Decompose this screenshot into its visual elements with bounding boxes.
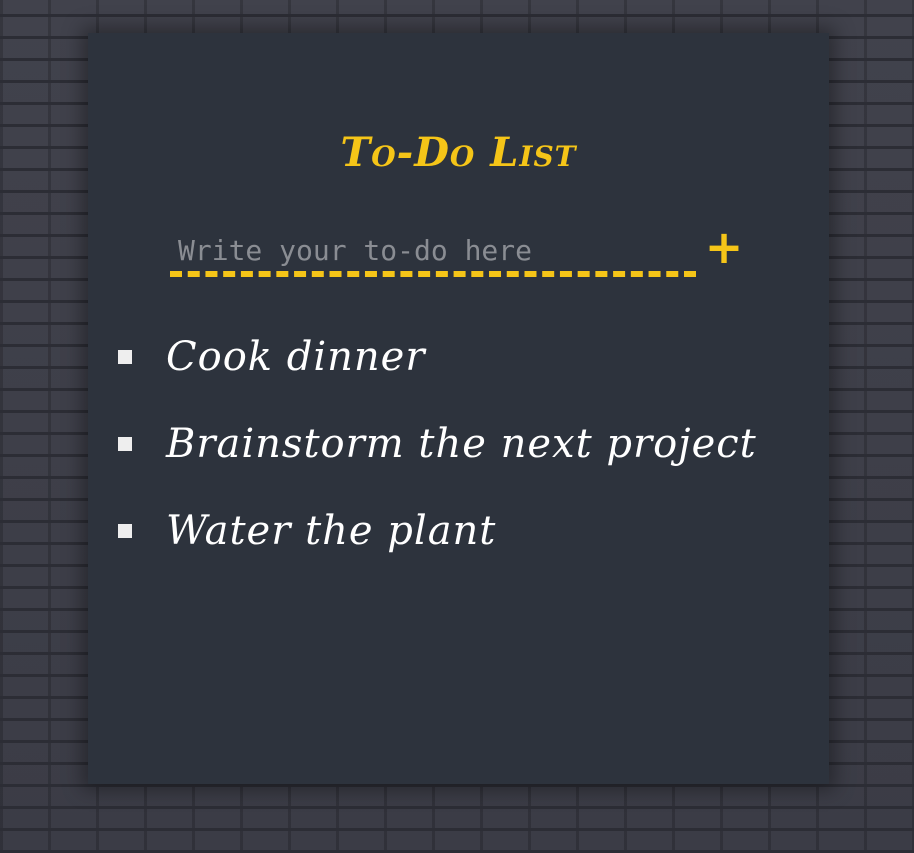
bullet-square-icon xyxy=(118,349,132,364)
todo-item[interactable]: Water the plant xyxy=(118,487,757,574)
todo-input[interactable] xyxy=(170,229,696,277)
todo-item-text: Cook dinner xyxy=(166,333,426,380)
todo-item-text: Water the plant xyxy=(166,507,497,554)
add-todo-button[interactable]: + xyxy=(700,223,748,271)
todo-item-text: Brainstorm the next project xyxy=(166,420,757,467)
todo-item[interactable]: Brainstorm the next project xyxy=(118,400,757,487)
bullet-square-icon xyxy=(118,436,132,451)
todo-board: To-Do List + Cook dinner Brainstorm the … xyxy=(88,33,829,784)
todo-list: Cook dinner Brainstorm the next project … xyxy=(118,313,757,574)
page-title: To-Do List xyxy=(340,129,577,176)
todo-item[interactable]: Cook dinner xyxy=(118,313,757,400)
bullet-square-icon xyxy=(118,523,132,538)
add-todo-form: + xyxy=(168,223,748,289)
